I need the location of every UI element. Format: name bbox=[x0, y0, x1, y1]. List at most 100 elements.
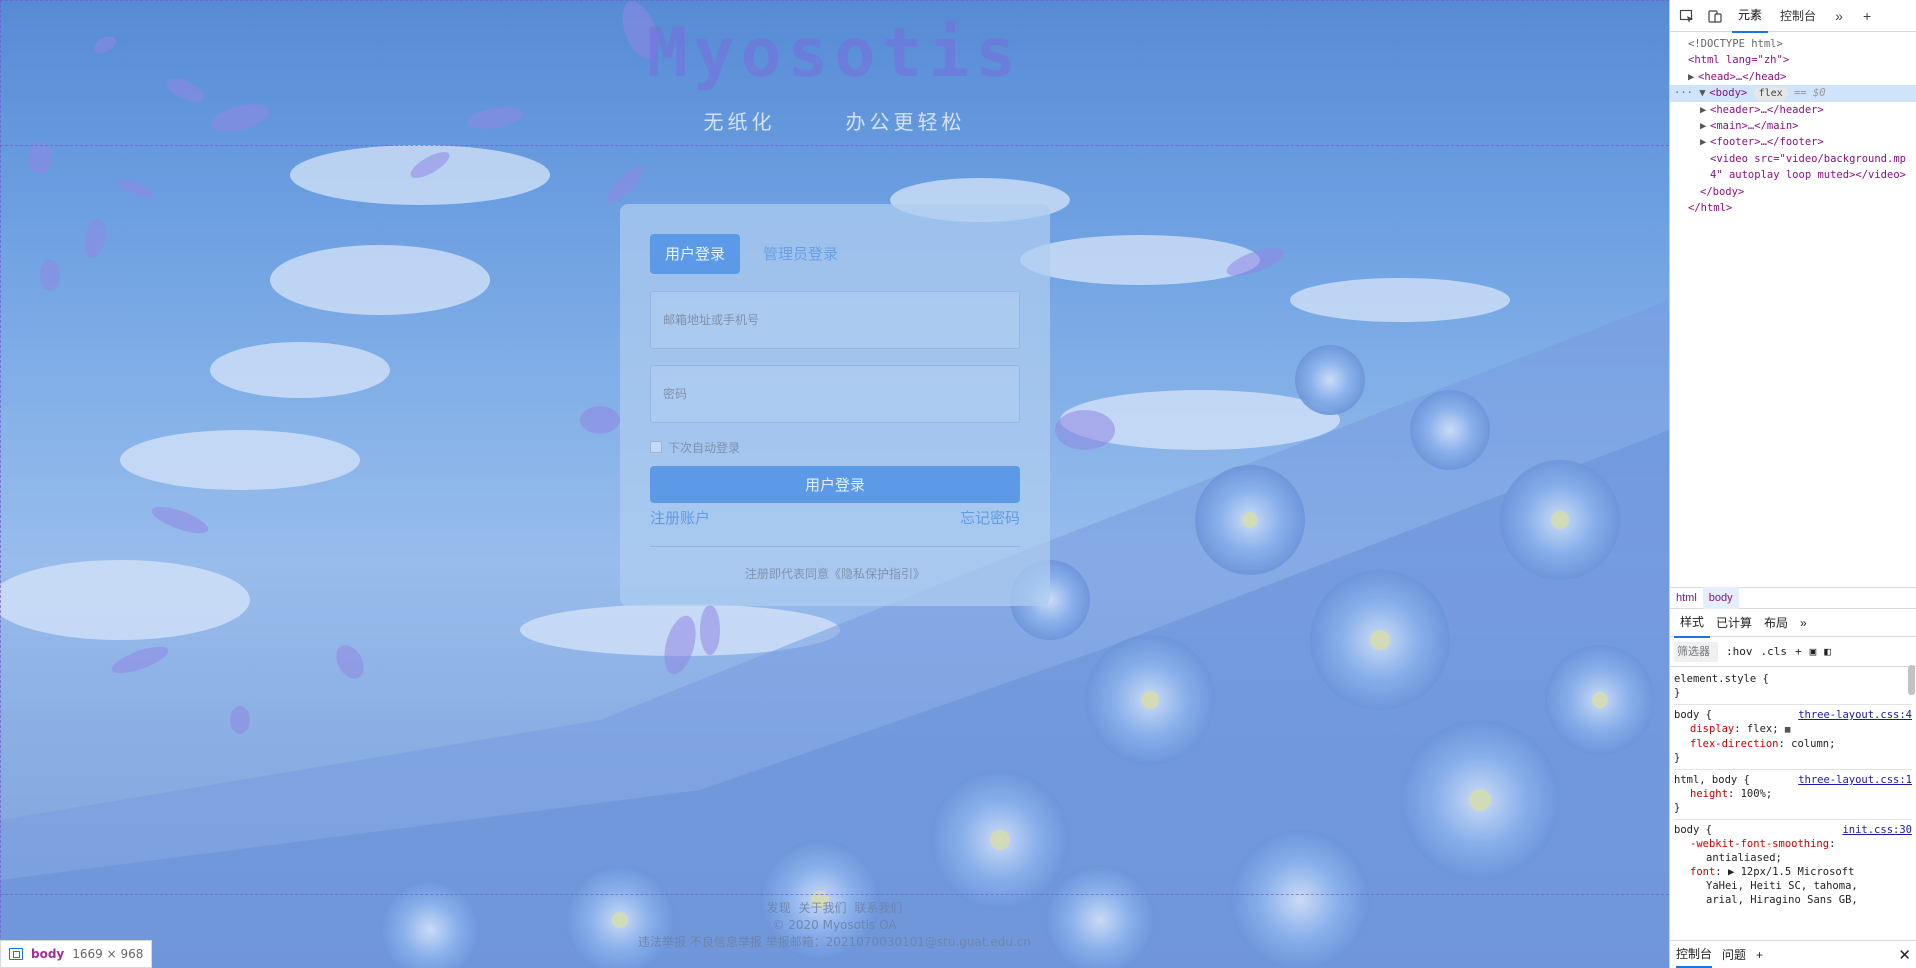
footer-link-about[interactable]: 关于我们 bbox=[798, 901, 846, 915]
dom-header[interactable]: ▶ <header>…</header> bbox=[1670, 102, 1916, 118]
device-toolbar-icon[interactable] bbox=[1704, 5, 1726, 27]
inspect-guide-top bbox=[0, 0, 1669, 1]
password-input[interactable] bbox=[651, 366, 1019, 422]
rule-body-init: body { init.css:30 -webkit-font-smoothing… bbox=[1674, 820, 1912, 905]
dom-video-line-2[interactable]: 4" autoplay loop muted></video> bbox=[1670, 167, 1916, 183]
dom-footer[interactable]: ▶ <footer>…</footer> bbox=[1670, 134, 1916, 150]
more-tabs-icon[interactable]: » bbox=[1828, 5, 1850, 27]
login-button[interactable]: 用户登录 bbox=[650, 466, 1020, 503]
sidebar-toggle-icon[interactable]: ◧ bbox=[1824, 645, 1831, 658]
styles-filter-bar: :hov .cls + ▣ ◧ bbox=[1670, 637, 1916, 667]
styles-scrollbar[interactable] bbox=[1908, 665, 1915, 695]
new-rule-icon[interactable]: + bbox=[1795, 645, 1802, 658]
drawer-tab-console[interactable]: 控制台 bbox=[1676, 941, 1713, 968]
dom-body-close[interactable]: </body> bbox=[1670, 184, 1916, 200]
flexbox-editor-icon[interactable]: ▦ bbox=[1785, 725, 1790, 735]
tab-console[interactable]: 控制台 bbox=[1774, 0, 1822, 32]
footer-link-discover[interactable]: 发现 bbox=[767, 901, 791, 915]
drawer-tab-issues[interactable]: 问题 bbox=[1722, 946, 1746, 963]
dom-head[interactable]: ▶ <head>…</head> bbox=[1670, 69, 1916, 85]
class-toggle-button[interactable]: .cls bbox=[1761, 645, 1788, 658]
more-dots: ··· bbox=[1674, 87, 1700, 100]
rule-source-link[interactable]: three-layout.css:4 bbox=[1798, 708, 1912, 722]
rule-property[interactable]: font: ▶ 12px/1.5 Microsoft bbox=[1674, 865, 1912, 879]
dom-header-text: <header>…</header> bbox=[1710, 103, 1824, 116]
dom-body-text: <body> bbox=[1709, 87, 1748, 100]
expand-triangle-icon[interactable]: ▶ bbox=[1700, 102, 1710, 118]
site-logo[interactable]: Myosotis bbox=[0, 14, 1669, 93]
forgot-password-link[interactable]: 忘记密码 bbox=[960, 507, 1020, 528]
drawer-add-icon[interactable]: + bbox=[1756, 948, 1763, 962]
rule-property[interactable]: flex-direction: column; bbox=[1674, 737, 1912, 751]
tab-computed[interactable]: 已计算 bbox=[1710, 608, 1758, 637]
dimension-tag-size: 1669 × 968 bbox=[72, 947, 144, 961]
tab-elements[interactable]: 元素 bbox=[1732, 0, 1769, 33]
tab-admin-login[interactable]: 管理员登录 bbox=[748, 234, 853, 274]
dom-selected-marker: == $0 bbox=[1793, 87, 1826, 100]
dom-html-close[interactable]: </html> bbox=[1670, 200, 1916, 216]
dom-video-line-1[interactable]: <video src="video/background.mp bbox=[1670, 151, 1916, 167]
login-tabs: 用户登录 管理员登录 bbox=[650, 234, 1020, 274]
footer-link-contact[interactable]: 联系我们 bbox=[854, 901, 902, 915]
layout-icon bbox=[9, 948, 23, 960]
divider bbox=[650, 546, 1020, 547]
breadcrumb-body[interactable]: body bbox=[1702, 587, 1739, 609]
devtools-panel: 元素 控制台 » + <!DOCTYPE html> <html lang="z… bbox=[1669, 0, 1916, 968]
hover-state-button[interactable]: :hov bbox=[1726, 645, 1753, 658]
rule-source-link[interactable]: three-layout.css:1 bbox=[1798, 773, 1912, 787]
inspect-guide-header-bottom bbox=[0, 145, 1669, 146]
expand-triangle-icon[interactable]: ▶ bbox=[1728, 866, 1734, 878]
rule-property[interactable]: display: flex; ▦ bbox=[1674, 722, 1912, 737]
slogans: 无纸化 办公更轻松 bbox=[0, 106, 1669, 135]
dom-main-text: <main>…</main> bbox=[1710, 120, 1799, 133]
dimension-tag-element: body bbox=[31, 947, 65, 961]
remember-checkbox[interactable] bbox=[650, 441, 662, 453]
collapse-triangle-icon[interactable]: ▼ bbox=[1699, 85, 1709, 101]
expand-triangle-icon[interactable]: ▶ bbox=[1688, 69, 1698, 85]
inspect-element-icon[interactable] bbox=[1676, 5, 1698, 27]
rule-property[interactable]: height: 100%; bbox=[1674, 787, 1912, 801]
tab-styles[interactable]: 样式 bbox=[1674, 607, 1711, 638]
inspect-guide-left bbox=[0, 0, 1, 968]
breadcrumb-html[interactable]: html bbox=[1670, 587, 1703, 609]
paint-icon[interactable]: ▣ bbox=[1810, 645, 1817, 658]
register-link[interactable]: 注册账户 bbox=[650, 507, 710, 528]
rule-selector[interactable]: element.style { bbox=[1674, 672, 1769, 686]
style-rules: element.style { } body { three-layout.css… bbox=[1670, 667, 1916, 905]
dom-body-open[interactable]: ··· ▼ <body> flex == $0 bbox=[1670, 85, 1916, 102]
slogan-2: 办公更轻松 bbox=[845, 110, 966, 134]
remember-me: 下次自动登录 bbox=[650, 439, 1020, 456]
add-tab-icon[interactable]: + bbox=[1856, 5, 1878, 27]
rule-property[interactable]: -webkit-font-smoothing: bbox=[1674, 837, 1912, 851]
rule-selector[interactable]: body { bbox=[1674, 823, 1712, 837]
dom-footer-text: <footer>…</footer> bbox=[1710, 136, 1824, 149]
expand-triangle-icon[interactable]: ▶ bbox=[1700, 118, 1710, 134]
footer-copyright: © 2020 Myosotis OA bbox=[772, 918, 897, 932]
rule-selector[interactable]: body { bbox=[1674, 708, 1712, 722]
rule-element-style: element.style { } bbox=[1674, 669, 1912, 705]
expand-triangle-icon[interactable]: ▶ bbox=[1700, 134, 1710, 150]
footer-links: 发现 关于我们 联系我们 bbox=[0, 900, 1669, 917]
site-footer: 发现 关于我们 联系我们 © 2020 Myosotis OA 违法举报 不良信… bbox=[0, 900, 1669, 951]
privacy-agreement[interactable]: 注册即代表同意《隐私保护指引》 bbox=[650, 565, 1020, 582]
remember-label[interactable]: 下次自动登录 bbox=[668, 439, 740, 456]
inspect-guide-footer-top bbox=[0, 894, 1669, 895]
devtools-toolbar: 元素 控制台 » + bbox=[1670, 0, 1916, 33]
tab-user-login[interactable]: 用户登录 bbox=[650, 234, 741, 274]
flex-badge[interactable]: flex bbox=[1753, 87, 1788, 101]
styles-filter-input[interactable] bbox=[1674, 641, 1718, 662]
close-icon[interactable]: ✕ bbox=[1898, 946, 1911, 964]
email-input[interactable] bbox=[651, 292, 1019, 348]
dom-head-text: <head>…</head> bbox=[1698, 70, 1787, 83]
login-card: 用户登录 管理员登录 下次自动登录 用户登录 注册账户 忘记密码 注册即代表同意… bbox=[620, 204, 1050, 606]
dom-tree: <!DOCTYPE html> <html lang="zh"> ▶ <head>… bbox=[1670, 32, 1916, 587]
rule-property-continued: arial, Hiragino Sans GB, bbox=[1706, 894, 1858, 905]
more-style-tabs-icon[interactable]: » bbox=[1794, 610, 1813, 636]
dom-doctype[interactable]: <!DOCTYPE html> bbox=[1670, 36, 1916, 52]
email-field bbox=[650, 291, 1020, 349]
rule-source-link[interactable]: init.css:30 bbox=[1842, 823, 1912, 837]
dom-html-open[interactable]: <html lang="zh"> bbox=[1670, 52, 1916, 68]
dom-main[interactable]: ▶ <main>…</main> bbox=[1670, 118, 1916, 134]
rule-selector[interactable]: html, body { bbox=[1674, 773, 1750, 787]
tab-layout[interactable]: 布局 bbox=[1758, 608, 1794, 637]
